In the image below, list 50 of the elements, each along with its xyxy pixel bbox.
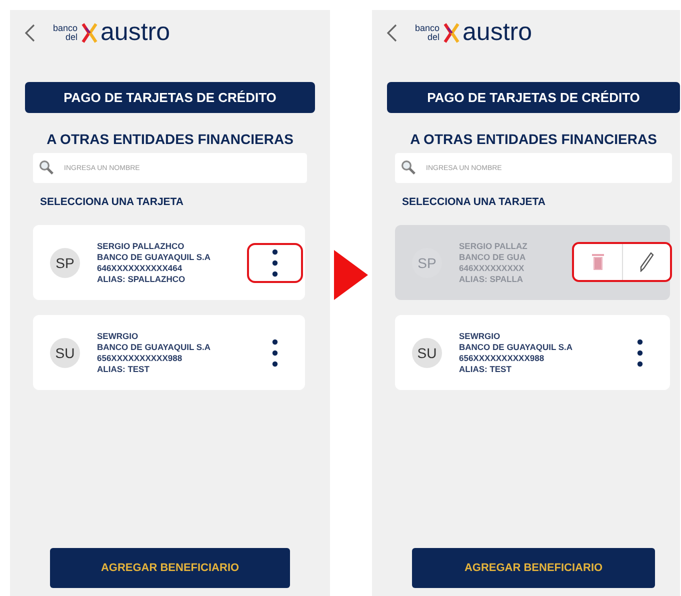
holder-name: SERGIO PALLAZHCO xyxy=(97,240,184,252)
logo-text: del xyxy=(428,32,440,42)
more-icon xyxy=(272,338,278,366)
logo-text: del xyxy=(66,32,78,42)
subtitle: A OTRAS ENTIDADES FINANCIERAS xyxy=(46,131,294,147)
card-number: 656XXXXXXXXXX988 xyxy=(459,352,544,364)
back-button[interactable] xyxy=(387,24,397,42)
bank-name: BANCO DE GUAYAQUIL S.A xyxy=(459,342,573,352)
back-icon xyxy=(25,24,35,42)
logo-text: austro xyxy=(100,18,170,47)
card-alias: ALIAS: SPALLA xyxy=(459,274,524,284)
bank-name: BANCO DE GUA xyxy=(459,252,526,262)
trash-icon xyxy=(592,253,604,271)
logo-text: austro xyxy=(462,18,532,47)
avatar-initials: SP xyxy=(50,248,80,278)
card-number: 656XXXXXXXXXX988 xyxy=(97,352,182,364)
holder-name: SEWRGIO xyxy=(459,330,500,342)
pencil-icon xyxy=(640,252,654,272)
avatar-initials: SU xyxy=(412,338,442,368)
holder-name: SERGIO PALLAZ xyxy=(459,240,528,252)
bank-name: BANCO DE GUAYAQUIL S.A xyxy=(97,252,211,262)
section-label: SELECCIONA UNA TARJETA xyxy=(402,196,547,208)
bank-name: BANCO DE GUAYAQUIL S.A xyxy=(97,342,211,352)
card-alias: ALIAS: TEST xyxy=(97,364,150,374)
back-icon xyxy=(387,24,397,42)
arrow-icon xyxy=(334,250,368,300)
logo-icon xyxy=(80,22,99,44)
card-number: 646XXXXXXXXXX464 xyxy=(97,262,182,274)
more-icon xyxy=(637,338,643,366)
card-alias: ALIAS: TEST xyxy=(459,364,512,374)
avatar-initials: SU xyxy=(50,338,80,368)
card-number: 646XXXXXXXXX xyxy=(459,262,524,274)
more-icon xyxy=(272,248,278,276)
card-item[interactable]: SP SERGIO PALLAZHCO BANCO DE GUAYAQUIL S.A 646XXXXXXXXXX464 ALIAS: SPALLAZHCO xyxy=(33,225,305,300)
title-banner: PAGO DE TARJETAS DE CRÉDITO xyxy=(25,82,315,113)
add-beneficiary-button[interactable]: AGREGAR BENEFICIARIO xyxy=(50,548,290,588)
card-item[interactable]: SU SEWRGIO BANCO DE GUAYAQUIL S.A 656XXXXXXXXXX988 ALIAS: TEST xyxy=(33,315,305,390)
holder-name: SEWRGIO xyxy=(97,330,138,342)
more-button[interactable] xyxy=(247,242,303,282)
subtitle: A OTRAS ENTIDADES FINANCIERAS xyxy=(409,131,658,147)
section-label: SELECCIONA UNA TARJETA xyxy=(40,196,185,208)
logo-icon xyxy=(442,22,461,44)
title-banner: PAGO DE TARJETAS DE CRÉDITO xyxy=(387,82,680,113)
logo-text: banco xyxy=(415,24,440,32)
card-item[interactable]: SU SEWRGIO BANCO DE GUAYAQUIL S.A 656XXXXXXXXXX988 ALIAS: TEST xyxy=(395,315,670,390)
logo-text: banco xyxy=(53,24,78,32)
card-alias: ALIAS: SPALLAZHCO xyxy=(97,274,186,284)
back-button[interactable] xyxy=(25,24,35,42)
edit-button[interactable] xyxy=(622,244,670,280)
add-beneficiary-button[interactable]: AGREGAR BENEFICIARIO xyxy=(412,548,655,588)
